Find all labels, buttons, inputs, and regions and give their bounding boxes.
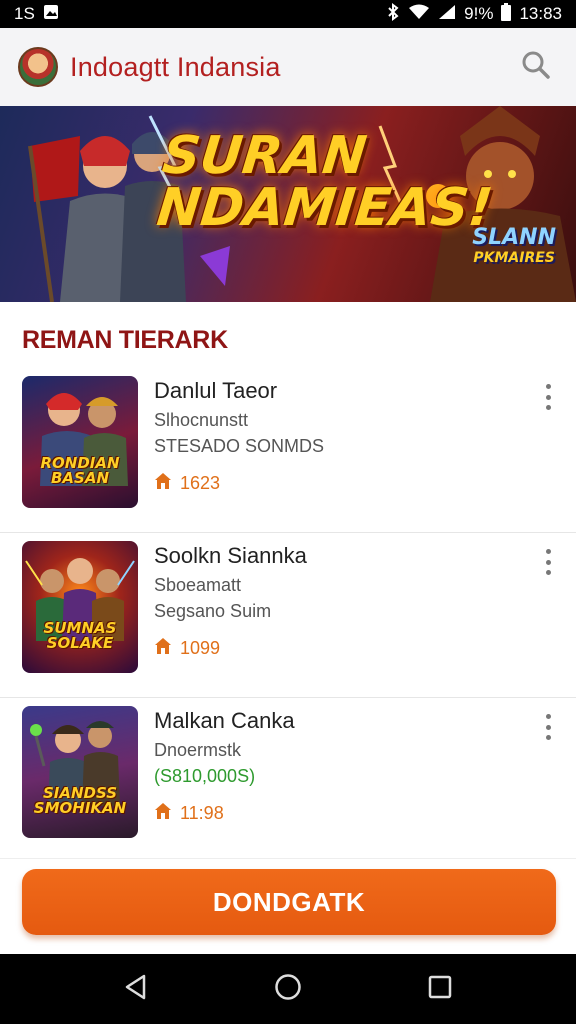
home-button[interactable] xyxy=(268,969,308,1009)
game-subtitle: Dnoermstk xyxy=(154,740,242,760)
thumbnail-art xyxy=(40,393,128,486)
banner-badge: SLANN PKMAIRES xyxy=(472,225,556,268)
game-subtitle: Sboeamatt xyxy=(154,575,242,595)
promo-banner[interactable]: SURAN NDAMIEAS! SLANN PKMAIRES xyxy=(0,106,576,302)
banner-badge-subtitle: PKMAIRES xyxy=(473,250,555,266)
recents-button[interactable] xyxy=(420,969,460,1009)
game-name[interactable]: Soolkn Siannka xyxy=(154,543,307,569)
game-description: (S810,000S) xyxy=(154,766,256,786)
battery-text: 9!% xyxy=(464,4,494,23)
bluetooth-icon xyxy=(386,2,400,26)
home-circle-icon xyxy=(274,973,302,1006)
more-options-button[interactable] xyxy=(536,547,560,577)
game-name[interactable]: Malkan Canka xyxy=(154,708,295,734)
clock: 13:83 xyxy=(519,4,562,23)
thumbnail-art xyxy=(30,721,120,806)
recents-square-icon xyxy=(428,975,452,1004)
thumbnail-caption: SIANDSS SMOHIKAN xyxy=(33,784,127,817)
thumbnail-caption: SUMNAS SOLAKE xyxy=(43,619,117,652)
search-icon xyxy=(521,50,551,85)
app-logo xyxy=(18,47,58,87)
battery-icon xyxy=(501,2,512,26)
game-list-item[interactable]: SIANDSS SMOHIKAN Malkan Canka Dnoermstk … xyxy=(0,698,576,863)
home-icon xyxy=(154,637,172,660)
system-nav-bar xyxy=(0,954,576,1024)
more-vert-icon xyxy=(545,384,551,389)
cta-container: DONDGATK xyxy=(0,858,576,954)
game-price: 11:98 xyxy=(154,802,224,825)
more-options-button[interactable] xyxy=(536,712,560,742)
home-icon xyxy=(154,802,172,825)
section-title: REMAN TIERARK xyxy=(22,326,228,354)
more-vert-icon xyxy=(545,714,551,719)
game-subtitle: Slhocnunstt xyxy=(154,410,249,430)
game-price-value: 11:98 xyxy=(180,803,224,823)
banner-title: SURAN NDAMIEAS! xyxy=(154,126,496,238)
game-price: 1099 xyxy=(154,637,220,660)
game-thumbnail[interactable]: SUMNAS SOLAKE xyxy=(22,541,138,673)
game-name[interactable]: Danlul Taeor xyxy=(154,378,277,404)
more-options-button[interactable] xyxy=(536,382,560,412)
search-button[interactable] xyxy=(514,45,558,89)
game-price-value: 1623 xyxy=(180,473,221,493)
game-price: 1623 xyxy=(154,472,220,495)
game-thumbnail[interactable]: RONDIAN BASAN xyxy=(22,376,138,508)
thumbnail-caption: RONDIAN BASAN xyxy=(40,454,120,487)
banner-badge-title: SLANN xyxy=(472,225,556,250)
wifi-icon xyxy=(408,4,430,25)
game-list-section: REMAN TIERARK RONDIAN BASAN Danlul Taeor… xyxy=(0,302,576,863)
app-title: Indoagtt Indansia xyxy=(70,51,281,82)
game-thumbnail[interactable]: SIANDSS SMOHIKAN xyxy=(22,706,138,838)
game-description: STESADO SONMDS xyxy=(154,436,325,456)
status-bar: 1S 9!% 13:83 xyxy=(0,0,576,28)
game-price-value: 1099 xyxy=(180,638,221,658)
game-list-item[interactable]: SUMNAS SOLAKE Soolkn Siannka Sboeamatt S… xyxy=(0,533,576,698)
game-list-item[interactable]: RONDIAN BASAN Danlul Taeor Slhocnunstt S… xyxy=(0,368,576,533)
status-left-text: 1S xyxy=(14,4,35,23)
game-description: Segsano Suim xyxy=(154,601,272,621)
thumbnail-art xyxy=(25,558,135,641)
signal-icon xyxy=(438,4,456,25)
image-notification-icon xyxy=(43,4,59,25)
more-vert-icon xyxy=(545,549,551,554)
back-triangle-icon xyxy=(124,974,148,1005)
download-button[interactable]: DONDGATK xyxy=(22,869,556,935)
back-button[interactable] xyxy=(116,969,156,1009)
home-icon xyxy=(154,472,172,495)
app-bar: Indoagtt Indansia xyxy=(0,28,576,106)
